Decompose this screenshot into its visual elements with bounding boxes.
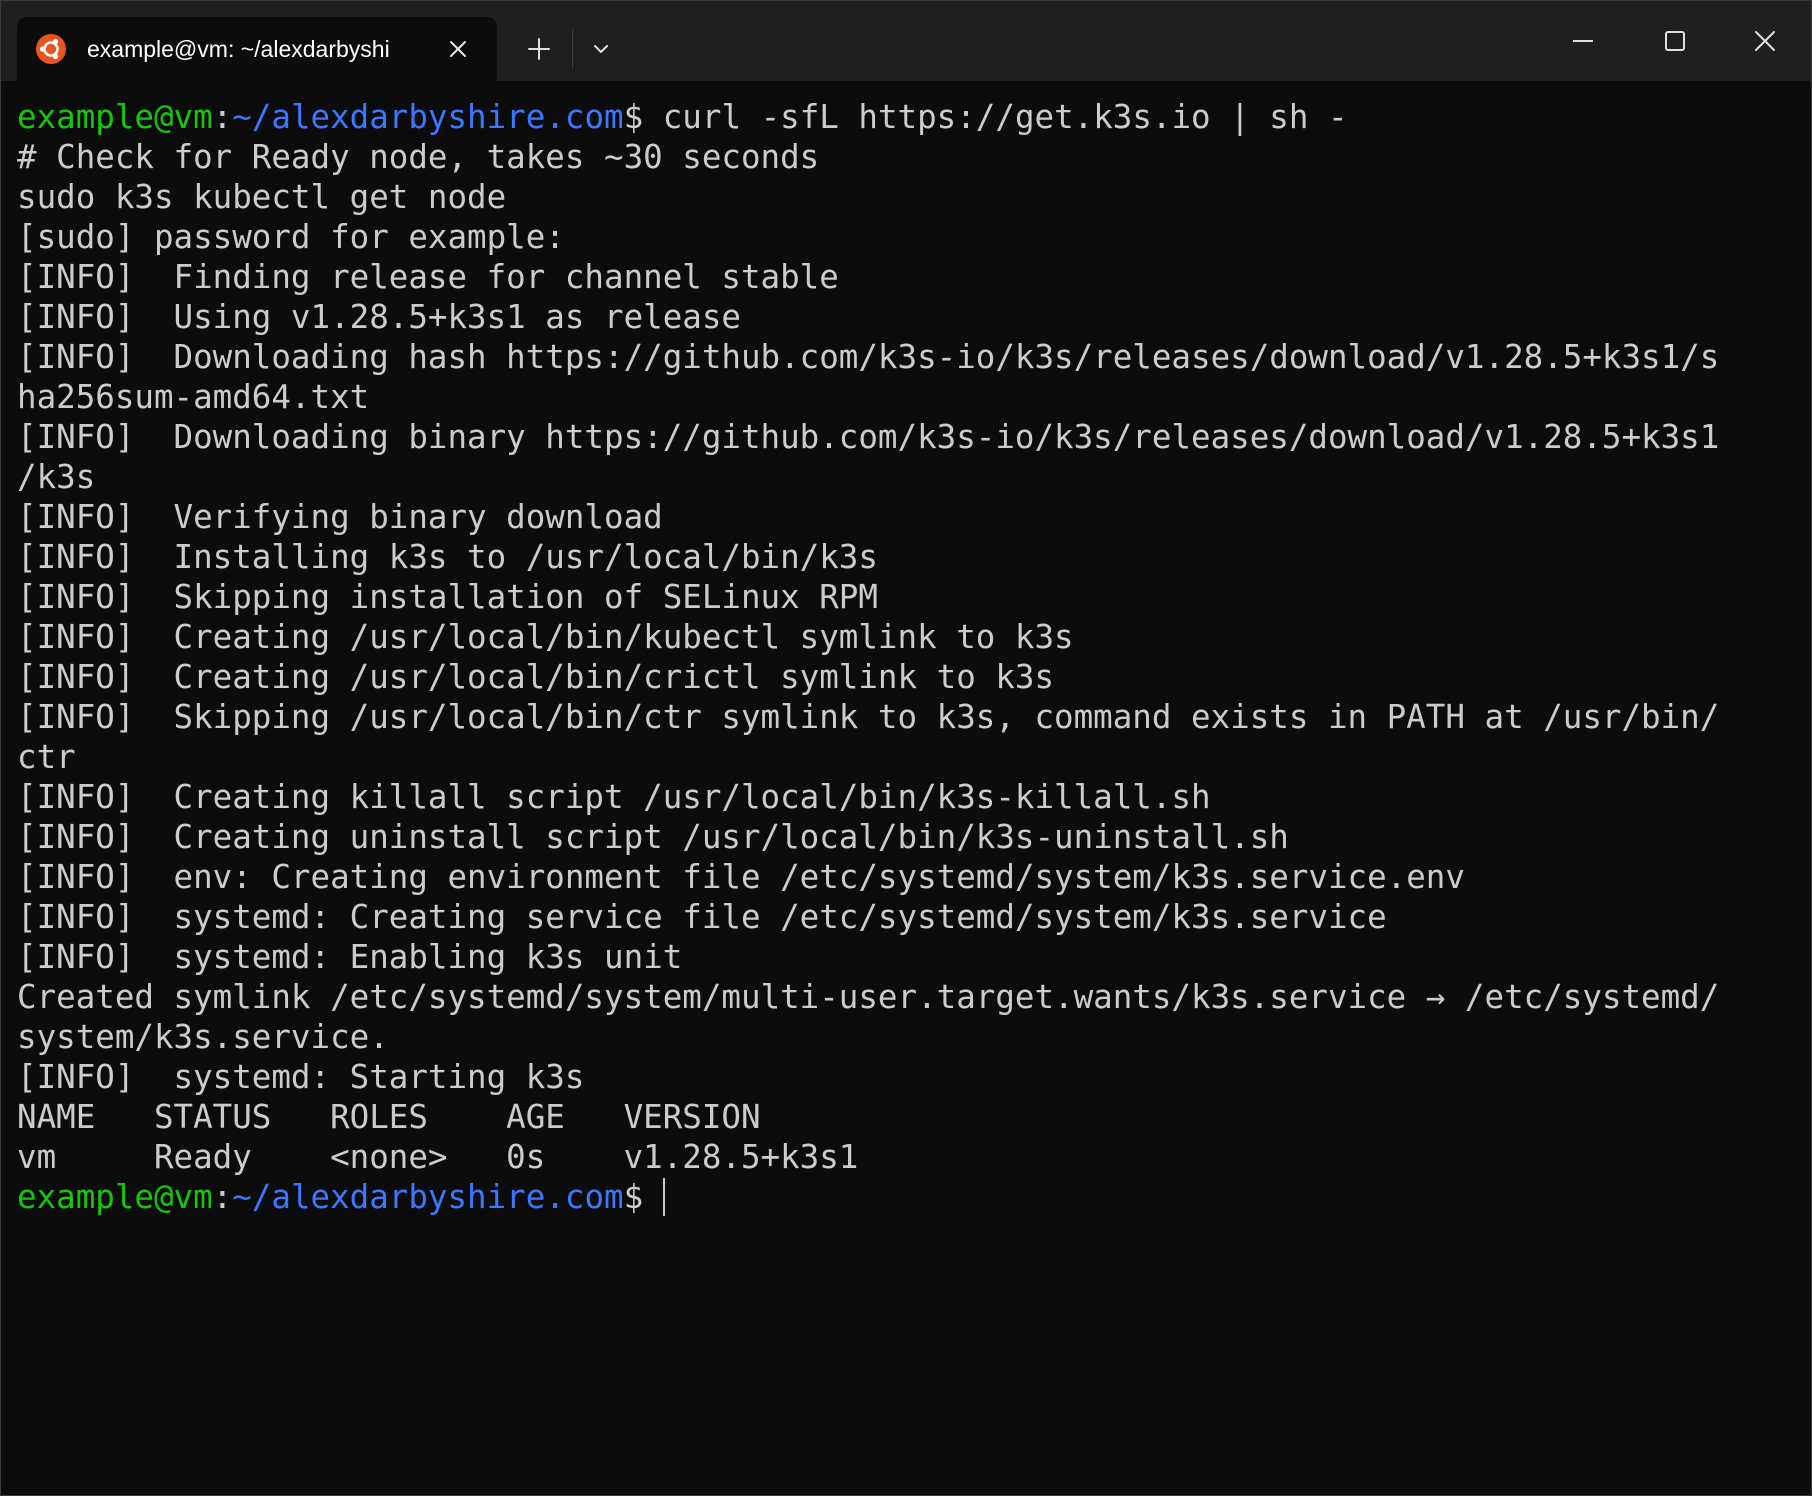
plus-icon[interactable] <box>521 31 557 67</box>
prompt-line[interactable]: example@vm:~/alexdarbyshire.com$ <box>17 1177 1797 1217</box>
output-line: ctr <box>17 738 76 776</box>
output-line: [INFO] systemd: Enabling k3s unit <box>17 938 683 976</box>
tab-title: example@vm: ~/alexdarbyshi <box>87 36 390 62</box>
output-line: [sudo] password for example: <box>17 218 565 256</box>
prompt-path: ~/alexdarbyshire.com <box>232 1178 624 1216</box>
output-line: [INFO] Downloading hash https://github.c… <box>17 338 1720 376</box>
output-line: [INFO] env: Creating environment file /e… <box>17 858 1465 896</box>
output-line: [INFO] Verifying binary download <box>17 498 663 536</box>
terminal-window: example@vm: ~/alexdarbyshi example@vm:~/… <box>0 0 1812 1496</box>
prompt-user: example@vm <box>17 1178 213 1216</box>
output-line: # Check for Ready node, takes ~30 second… <box>17 138 820 176</box>
output-line: Created symlink /etc/systemd/system/mult… <box>17 978 1720 1016</box>
output-line: ha256sum-amd64.txt <box>17 378 370 416</box>
prompt-separator: : <box>212 1178 233 1216</box>
output-line: [INFO] Skipping /usr/local/bin/ctr symli… <box>17 698 1720 736</box>
prompt-separator: : <box>212 98 233 136</box>
output-line: [INFO] systemd: Starting k3s <box>17 1058 585 1096</box>
output-line: [INFO] Installing k3s to /usr/local/bin/… <box>17 538 878 576</box>
command-line: example@vm:~/alexdarbyshire.com$ curl -s… <box>17 97 1797 137</box>
output-line: system/k3s.service. <box>17 1018 389 1056</box>
title-bar: example@vm: ~/alexdarbyshi <box>1 1 1811 81</box>
output-line: [INFO] Creating /usr/local/bin/crictl sy… <box>17 658 1055 696</box>
terminal-output[interactable]: example@vm:~/alexdarbyshire.com$ curl -s… <box>17 97 1797 1217</box>
output-line: [INFO] Finding release for channel stabl… <box>17 258 839 296</box>
output-line: [INFO] systemd: Creating service file /e… <box>17 898 1387 936</box>
output-line: [INFO] Using v1.28.5+k3s1 as release <box>17 298 741 336</box>
prompt-symbol: $ <box>623 98 644 136</box>
prompt-symbol: $ <box>623 1178 644 1216</box>
output-line: sudo k3s kubectl get node <box>17 178 507 216</box>
output-line: [INFO] Creating /usr/local/bin/kubectl s… <box>17 618 1074 656</box>
close-icon[interactable] <box>442 33 474 65</box>
output-line: vm Ready <none> 0s v1.28.5+k3s1 <box>17 1138 859 1176</box>
divider <box>572 29 573 69</box>
output-line: [INFO] Downloading binary https://github… <box>17 418 1720 456</box>
prompt-user: example@vm <box>17 98 213 136</box>
tab-terminal[interactable]: example@vm: ~/alexdarbyshi <box>17 17 497 81</box>
output-line: [INFO] Creating uninstall script /usr/lo… <box>17 818 1289 856</box>
chevron-down-icon[interactable] <box>583 31 619 67</box>
maximize-icon[interactable] <box>1653 19 1697 63</box>
text-cursor <box>662 1178 665 1216</box>
prompt-path: ~/alexdarbyshire.com <box>232 98 624 136</box>
command-text: curl -sfL https://get.k3s.io | sh - <box>643 98 1348 136</box>
output-line: [INFO] Skipping installation of SELinux … <box>17 578 878 616</box>
output-line: [INFO] Creating killall script /usr/loca… <box>17 778 1211 816</box>
ubuntu-icon <box>35 33 67 65</box>
minimize-icon[interactable] <box>1561 19 1605 63</box>
output-line: /k3s <box>17 458 96 496</box>
close-icon[interactable] <box>1743 19 1787 63</box>
output-line: NAME STATUS ROLES AGE VERSION <box>17 1098 761 1136</box>
